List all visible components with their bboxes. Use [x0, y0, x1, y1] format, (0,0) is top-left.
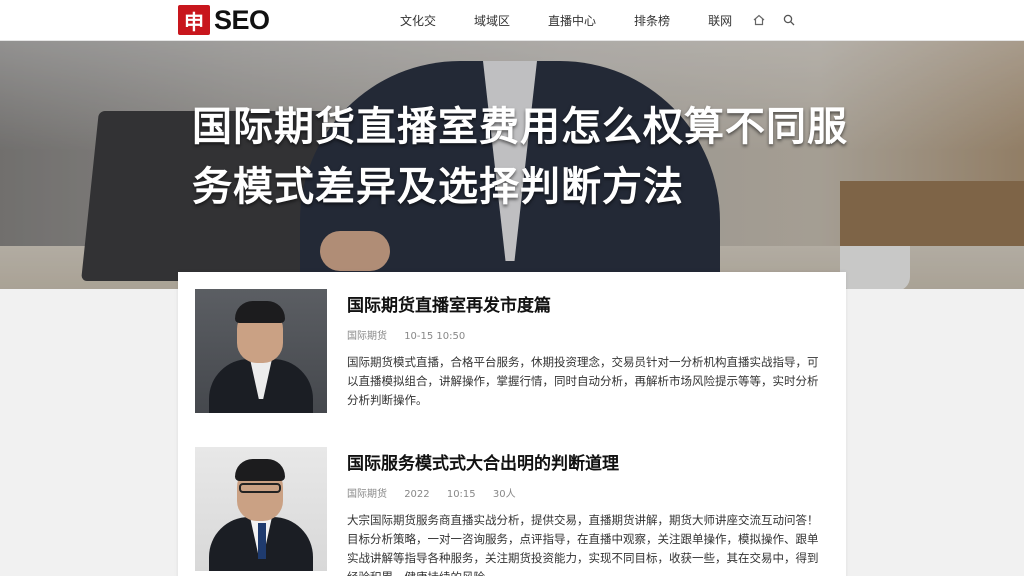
nav-item-1[interactable]: 文化交 — [400, 12, 436, 29]
site-logo[interactable]: 申 SEO — [178, 4, 270, 36]
article-title[interactable]: 国际期货直播室再发市度篇 — [347, 291, 827, 316]
article-thumbnail[interactable] — [195, 447, 327, 571]
nav-item-2[interactable]: 域域区 — [474, 12, 510, 29]
article-card[interactable]: 国际服务模式式大合出明的判断道理 国际期货 2022 10:15 30人 大宗国… — [195, 447, 835, 576]
hero-banner: 国际期货直播室费用怎么权算不同服务模式差异及选择判断方法 — [0, 41, 1024, 289]
nav-item-5[interactable]: 联网 — [708, 12, 732, 29]
article-time: 10:15 — [446, 489, 476, 500]
article-year: 2022 — [404, 489, 430, 500]
article-category: 国际期货 — [347, 331, 387, 342]
article-category: 国际期货 — [347, 489, 387, 500]
article-thumbnail[interactable] — [195, 289, 327, 413]
article-views: 30人 — [492, 489, 516, 500]
article-list: 国际期货直播室再发市度篇 国际期货 10-15 10:50 国际期货模式直播，合… — [178, 272, 846, 576]
search-icon[interactable] — [782, 13, 796, 27]
thumb-tie — [258, 523, 266, 559]
logo-mark: 申 — [178, 5, 210, 35]
logo-text: SEO — [214, 4, 270, 35]
home-icon[interactable] — [752, 13, 766, 27]
hero-title: 国际期货直播室费用怎么权算不同服务模式差异及选择判断方法 — [192, 104, 848, 210]
nav-item-4[interactable]: 排条榜 — [634, 12, 670, 29]
article-title[interactable]: 国际服务模式式大合出明的判断道理 — [347, 449, 827, 474]
thumb-hair — [235, 459, 285, 481]
site-header: 申 SEO 文化交 域域区 直播中心 排条榜 联网 — [0, 0, 1024, 41]
article-card[interactable]: 国际期货直播室再发市度篇 国际期货 10-15 10:50 国际期货模式直播，合… — [195, 289, 835, 424]
thumb-glasses — [239, 483, 281, 493]
nav-item-3[interactable]: 直播中心 — [548, 12, 596, 29]
thumb-hair — [235, 301, 285, 323]
main-nav: 文化交 域域区 直播中心 排条榜 联网 — [400, 0, 812, 40]
article-meta: 国际期货 10-15 10:50 — [347, 327, 479, 342]
article-excerpt: 大宗国际期货服务商直播实战分析，提供交易，直播期货讲解，期货大师讲座交流互动问答… — [347, 513, 819, 576]
article-date: 10-15 10:50 — [404, 331, 466, 342]
article-meta: 国际期货 2022 10:15 30人 — [347, 485, 530, 500]
article-excerpt: 国际期货模式直播，合格平台服务，休期投资理念，交易员针对一分析机构直播实战指导，… — [347, 355, 819, 407]
